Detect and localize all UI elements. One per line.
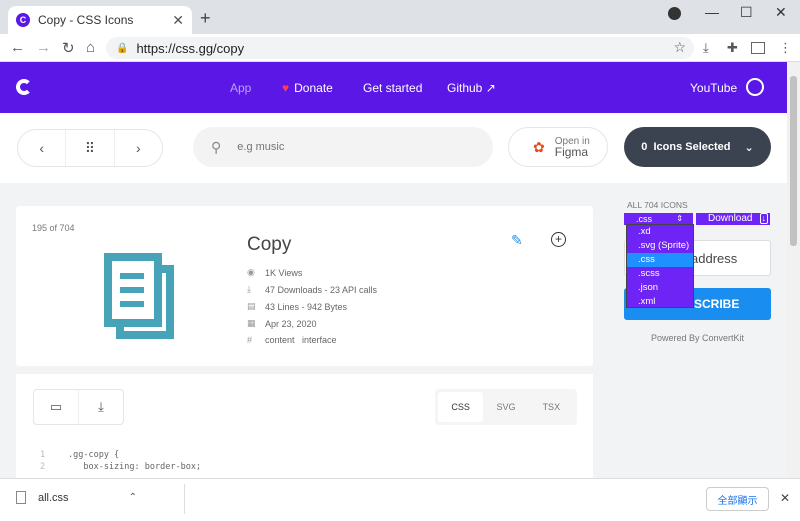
next-icon[interactable]: ›	[115, 130, 162, 166]
site-logo-icon[interactable]	[16, 79, 32, 95]
download-code-icon[interactable]: ⤓	[79, 390, 123, 424]
dropdown-option-xml[interactable]: .xml	[627, 295, 693, 309]
profile-icon[interactable]	[668, 7, 681, 20]
icon-count: 195 of 704	[32, 223, 75, 233]
scrollbar-thumb[interactable]	[790, 76, 797, 246]
download-all-button[interactable]: Download ↓	[696, 213, 770, 225]
dropdown-option-svg-sprite[interactable]: .svg (Sprite)	[627, 239, 693, 253]
extensions-icon[interactable]: ✚	[727, 40, 738, 56]
theme-toggle-sun-icon[interactable]	[746, 78, 764, 96]
download-small-icon: ⤓	[247, 284, 251, 294]
previous-icon[interactable]: ‹	[18, 130, 67, 166]
dropdown-option-scss[interactable]: .scss	[627, 267, 693, 281]
tab-svg[interactable]: SVG	[483, 392, 528, 422]
dropdown-option-xd[interactable]: .xd	[627, 225, 693, 239]
search-box: ⚲	[193, 127, 493, 167]
tab-title: Copy - CSS Icons	[38, 13, 134, 27]
figma-line2: Figma	[554, 144, 589, 159]
save-icon[interactable]: ▭	[34, 390, 79, 424]
calendar-icon: ▦	[247, 318, 256, 328]
bookmark-star-icon[interactable]: ☆	[673, 39, 686, 56]
minimize-icon[interactable]: —	[705, 4, 719, 20]
code-tabs: CSS SVG TSX	[435, 389, 577, 425]
views-meta: ◉ 1K Views	[247, 267, 303, 278]
eye-icon: ◉	[247, 267, 255, 277]
nav-get-started-link[interactable]: Get started	[363, 81, 422, 95]
icons-selected-label: 0 Icons Selected	[641, 141, 731, 153]
tab-css[interactable]: CSS	[438, 392, 484, 422]
icons-selected-button[interactable]: 0 Icons Selected ⌄	[624, 127, 771, 167]
chevron-down-icon: ⌄	[744, 141, 754, 154]
heart-icon: ♥	[282, 81, 290, 95]
controls-band: ‹ ⠿ › ⚲ ✿ Open inFigma 0 Icons Selected …	[0, 113, 787, 183]
page-scrollbar[interactable]	[787, 62, 800, 478]
url-text: https://css.gg/copy	[136, 40, 245, 56]
home-icon[interactable]: ⌂	[86, 39, 95, 56]
code-line: 2 box-sizing: border-box;	[40, 462, 202, 472]
browser-tabstrip: C Copy - CSS Icons ✕ + — ☐ ✕	[0, 0, 800, 34]
all-icons-label: ALL 704 ICONS	[627, 200, 688, 210]
code-actions: ▭ ⤓	[33, 389, 124, 425]
tab-favicon-icon: C	[16, 13, 30, 27]
close-tab-icon[interactable]: ✕	[172, 12, 184, 29]
nav-github-link[interactable]: Github ↗	[447, 81, 496, 95]
copy-icon-preview	[104, 253, 174, 339]
format-dropdown-list: .xd .svg (Sprite) .css .scss .json .xml	[626, 224, 694, 308]
downloads-meta: ⤓ 47 Downloads - 23 API calls	[247, 284, 378, 295]
back-icon[interactable]: ←	[10, 39, 25, 56]
profile-avatar-icon[interactable]	[751, 42, 765, 54]
dropdown-option-css[interactable]: .css	[627, 253, 693, 267]
add-icon[interactable]: +	[551, 232, 566, 247]
lines-meta: ▤ 43 Lines - 942 Bytes	[247, 301, 348, 312]
nav-youtube-link[interactable]: YouTube	[690, 81, 737, 95]
icon-name: Copy	[247, 234, 292, 255]
nav-donate-link[interactable]: ♥ Donate	[282, 81, 333, 95]
browser-tab[interactable]: C Copy - CSS Icons ✕	[8, 6, 192, 34]
address-bar[interactable]: 🔒 https://css.gg/copy ☆	[106, 37, 694, 59]
download-item[interactable]: all.css ⌃	[16, 491, 137, 504]
search-icon: ⚲	[211, 138, 222, 155]
search-input[interactable]	[237, 141, 438, 153]
file-icon	[16, 491, 26, 504]
color-picker-icon[interactable]: ✎	[511, 232, 523, 249]
external-arrow-icon: ↗	[485, 81, 496, 95]
open-in-figma-button[interactable]: ✿ Open in Figma	[508, 127, 608, 167]
chevron-up-icon[interactable]: ⌃	[129, 492, 137, 503]
divider	[184, 484, 185, 514]
date-meta: ▦ Apr 23, 2020	[247, 318, 317, 329]
file-icon: ▤	[247, 301, 256, 311]
code-line: 1 .gg-copy {	[40, 450, 120, 460]
site-header: App ♥ Donate Get started Github ↗ YouTube	[0, 62, 787, 113]
download-arrow-icon: ↓	[759, 213, 768, 224]
close-download-bar-icon[interactable]: ✕	[780, 491, 790, 505]
lock-icon: 🔒	[116, 42, 129, 54]
show-all-downloads-button[interactable]: 全部顯示	[706, 487, 769, 511]
nav-app-link[interactable]: App	[230, 81, 251, 95]
close-window-icon[interactable]: ✕	[775, 4, 787, 21]
hash-icon: #	[247, 335, 253, 345]
download-icon[interactable]: ⤓	[703, 40, 709, 56]
powered-by-label: Powered By ConvertKit	[651, 333, 745, 343]
reload-icon[interactable]: ↻	[62, 39, 75, 57]
tags-meta: # content interface	[247, 335, 337, 345]
grid-icon[interactable]: ⠿	[66, 130, 115, 166]
dropdown-option-json[interactable]: .json	[627, 281, 693, 295]
maximize-icon[interactable]: ☐	[740, 4, 753, 21]
figma-logo-icon: ✿	[533, 138, 545, 155]
tab-tsx[interactable]: TSX	[529, 392, 574, 422]
menu-dots-icon[interactable]: ⋮	[779, 40, 792, 56]
icon-pager: ‹ ⠿ ›	[17, 129, 163, 167]
forward-icon[interactable]: →	[36, 39, 51, 56]
browser-toolbar: ← → ↻ ⌂ 🔒 https://css.gg/copy ☆ ⤓ ✚ ⋮	[0, 34, 800, 62]
new-tab-icon[interactable]: +	[200, 8, 211, 29]
download-file-name: all.css	[38, 491, 69, 504]
